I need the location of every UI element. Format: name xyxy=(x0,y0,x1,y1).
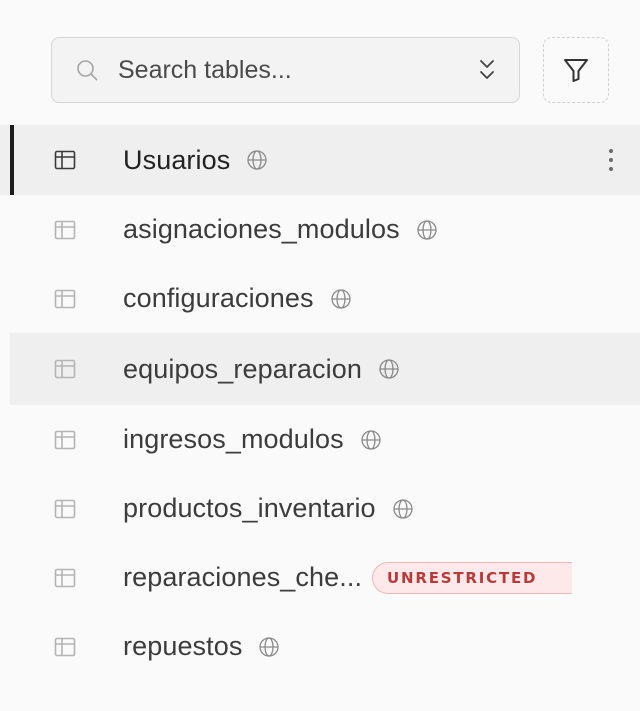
search-icon xyxy=(74,57,100,83)
table-name: configuraciones xyxy=(123,283,314,313)
table-name: repuestos xyxy=(123,631,243,661)
table-grid-icon xyxy=(52,286,78,312)
globe-icon xyxy=(377,357,401,381)
table-grid-icon xyxy=(52,217,78,243)
table-grid-icon xyxy=(52,634,78,660)
table-name: reparaciones_che... xyxy=(123,562,363,592)
table-name: equipos_reparacion xyxy=(123,353,362,384)
table-grid-icon xyxy=(52,565,78,591)
search-row xyxy=(51,37,609,103)
globe-icon xyxy=(329,287,353,311)
table-row[interactable]: repuestos xyxy=(0,612,640,681)
globe-icon xyxy=(257,635,281,659)
table-name: Usuarios xyxy=(123,144,231,175)
search-input[interactable] xyxy=(118,50,473,90)
table-grid-icon xyxy=(52,147,78,173)
table-name: asignaciones_modulos xyxy=(123,214,400,244)
table-list: Usuarios asignaciones_modulos configuracio… xyxy=(0,125,640,681)
globe-icon xyxy=(245,148,269,172)
table-row[interactable]: configuraciones xyxy=(0,264,640,333)
table-grid-icon xyxy=(52,356,78,382)
table-grid-icon xyxy=(52,496,78,522)
table-sidebar: Usuarios asignaciones_modulos configuracio… xyxy=(0,0,640,711)
table-row[interactable]: Usuarios xyxy=(0,125,640,195)
globe-icon xyxy=(391,497,415,521)
table-row[interactable]: equipos_reparacion xyxy=(0,333,640,405)
table-name: ingresos_modulos xyxy=(123,424,344,454)
filter-button[interactable] xyxy=(543,37,609,103)
globe-icon xyxy=(359,428,383,452)
chevrons-up-down-icon[interactable] xyxy=(473,56,501,84)
table-grid-icon xyxy=(52,427,78,453)
status-badge: UNRESTRICTED xyxy=(372,561,573,594)
globe-icon xyxy=(415,218,439,242)
table-row[interactable]: ingresos_modulos xyxy=(0,405,640,474)
table-row[interactable]: asignaciones_modulos xyxy=(0,195,640,264)
table-row[interactable]: productos_inventario xyxy=(0,474,640,543)
filter-funnel-icon xyxy=(562,56,590,84)
table-name: productos_inventario xyxy=(123,493,376,523)
search-box[interactable] xyxy=(51,37,520,103)
table-row[interactable]: reparaciones_che... UNRESTRICTED xyxy=(0,543,640,612)
more-vertical-icon[interactable] xyxy=(604,145,618,175)
